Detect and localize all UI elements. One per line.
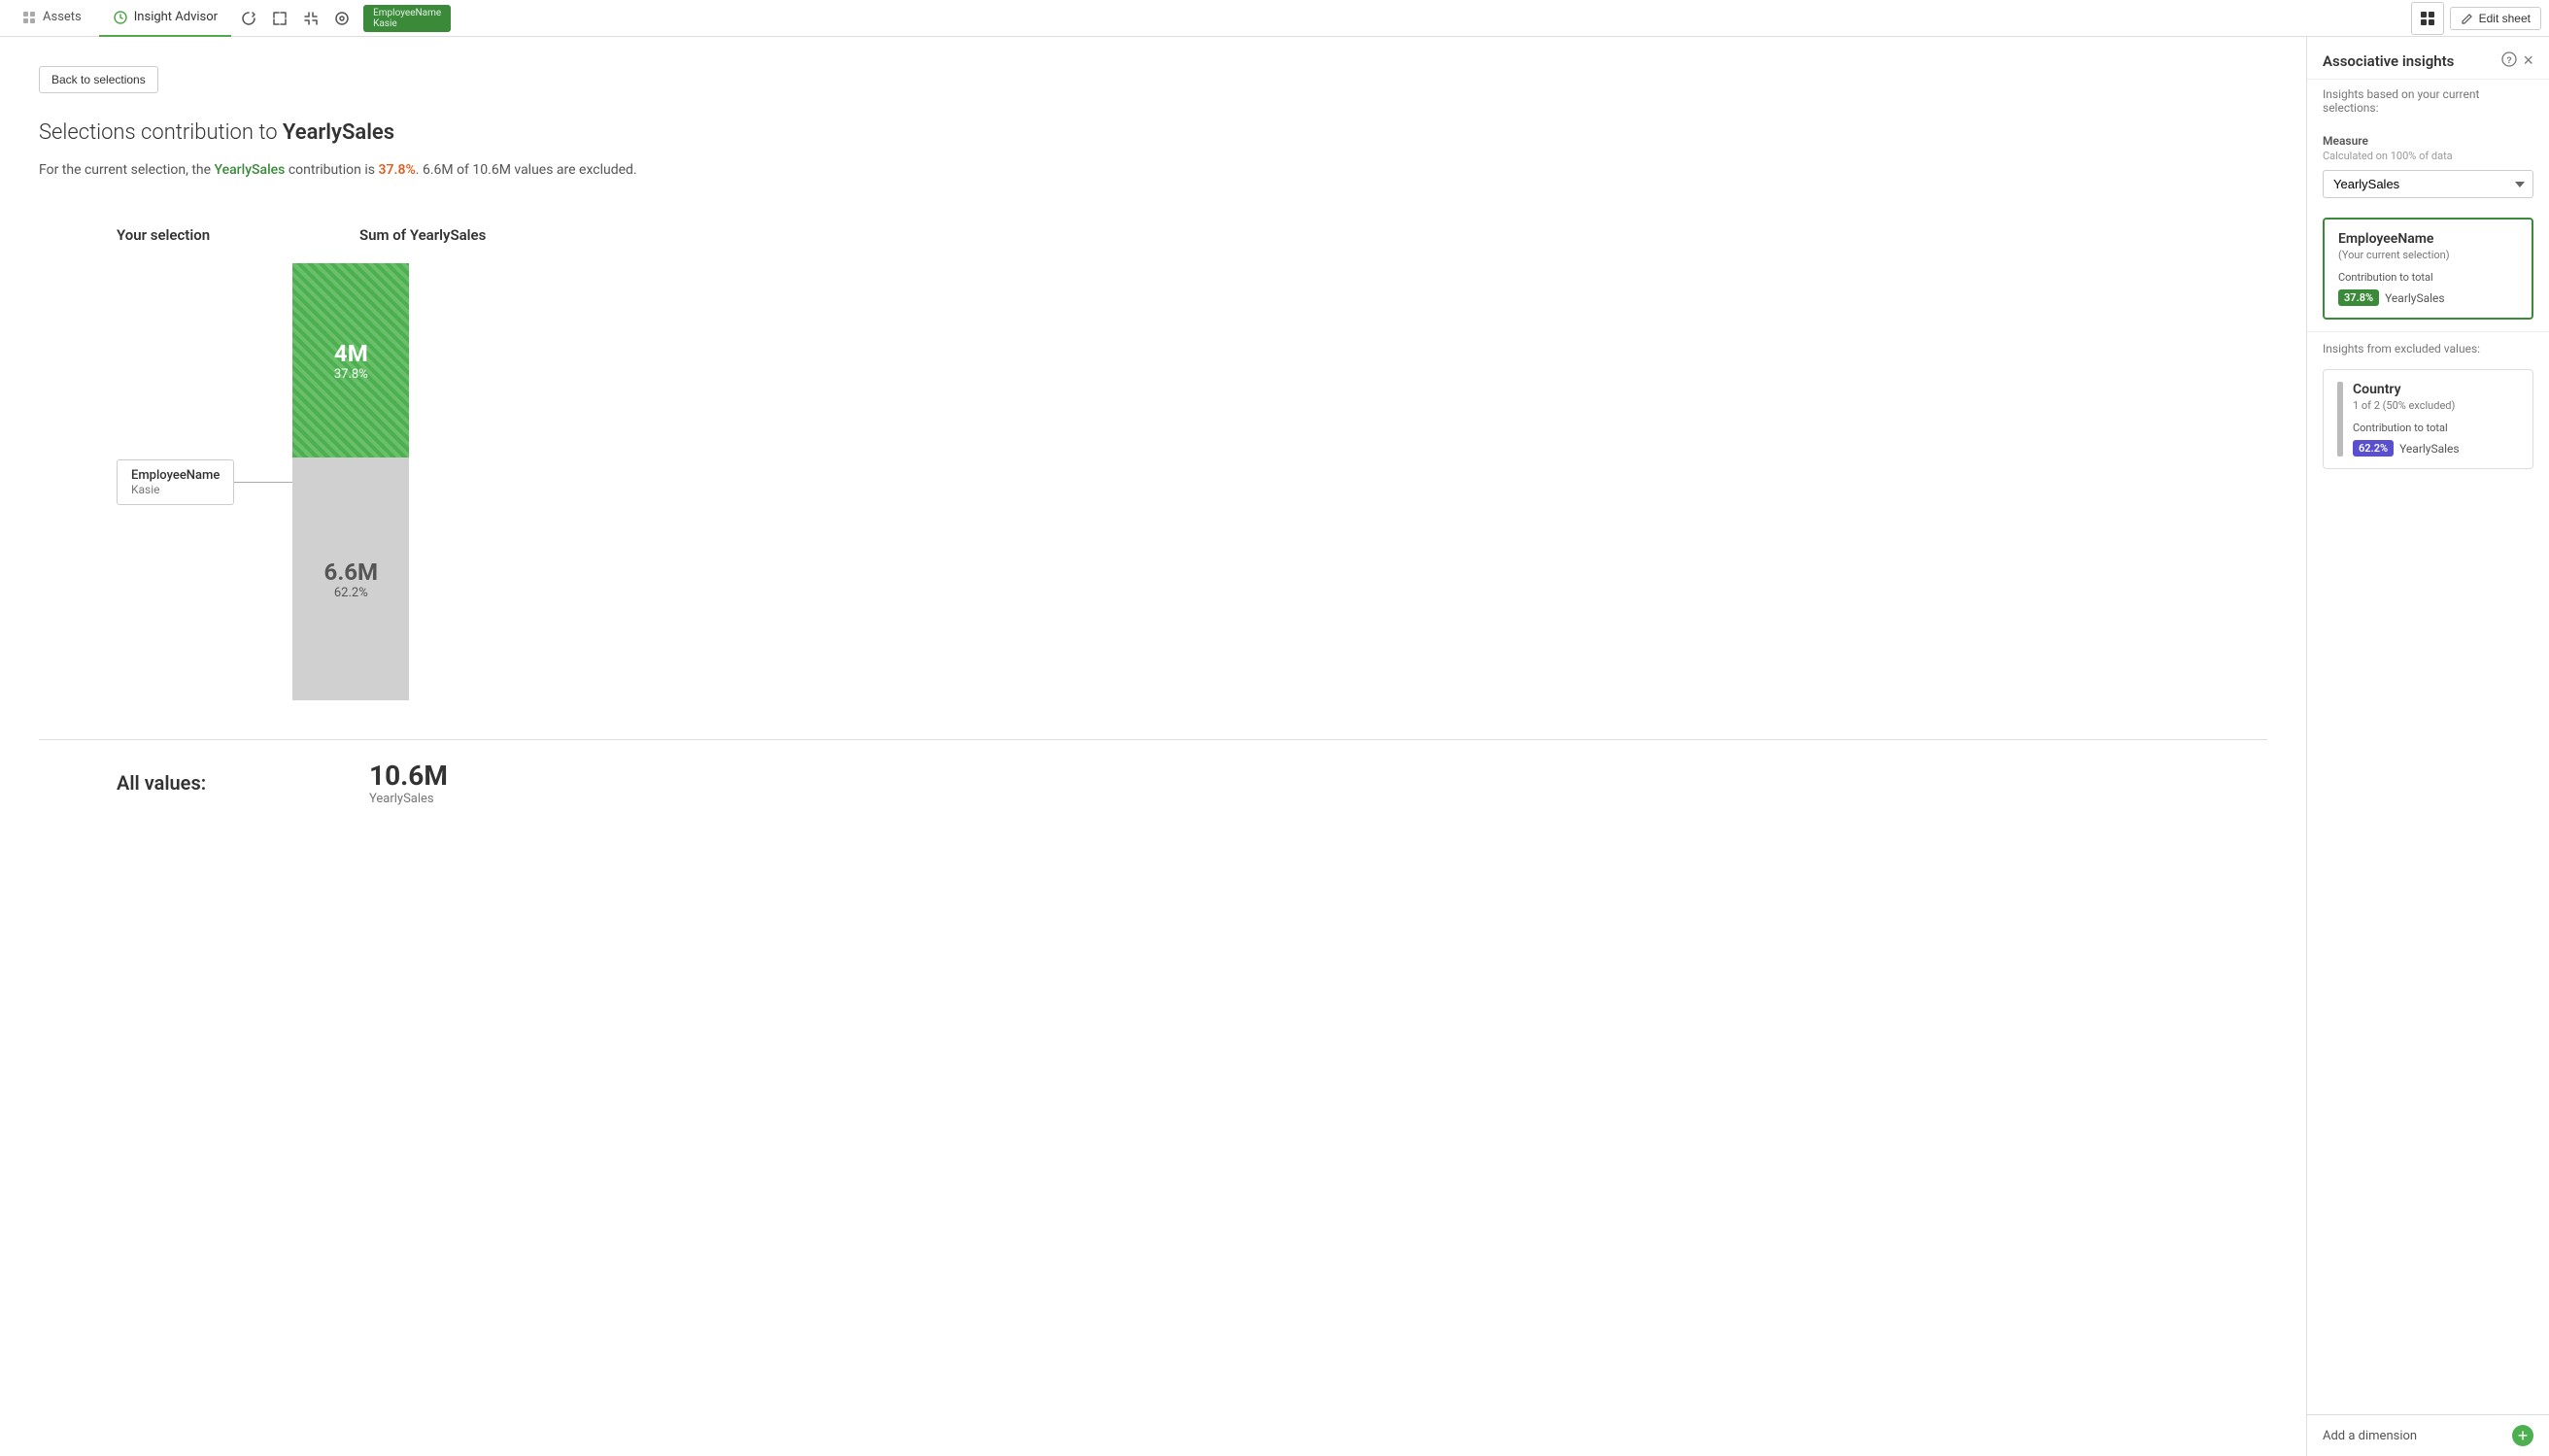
connector-line — [234, 482, 292, 483]
sel-field: EmployeeName — [131, 468, 220, 483]
page-title-measure: YearlySales — [283, 120, 394, 145]
excluded-contrib-measure: YearlySales — [2399, 442, 2460, 456]
all-values-label: All values: — [117, 771, 311, 795]
sum-label: Sum of YearlySales — [359, 226, 486, 244]
main-layout: Back to selections Selections contributi… — [0, 37, 2549, 1456]
add-dimension-label: Add a dimension — [2323, 1429, 2417, 1443]
top-nav-right: Edit sheet — [2411, 2, 2541, 35]
svg-text:?: ? — [2507, 55, 2513, 65]
right-panel: Associative insights ? × Insights based … — [2306, 37, 2549, 1456]
grid-icon — [2419, 10, 2436, 27]
top-nav: Assets Insight Advisor EmployeeName Ka — [0, 0, 2549, 37]
panel-header: Associative insights ? × — [2307, 37, 2549, 80]
edit-sheet-button[interactable]: Edit sheet — [2450, 7, 2541, 30]
shrink-icon — [302, 10, 320, 27]
selection-chip-value: Kasie — [373, 18, 441, 29]
excluded-card-inner: Country 1 of 2 (50% excluded) Contributi… — [2337, 382, 2519, 457]
insight-advisor-tab[interactable]: Insight Advisor — [99, 0, 231, 37]
excluded-card-title: Country — [2353, 382, 2519, 397]
back-to-selections-button[interactable]: Back to selections — [39, 66, 158, 93]
chart-area: Your selection Sum of YearlySales Employ… — [39, 226, 2267, 700]
selection-chip-field: EmployeeName — [373, 8, 441, 18]
selection-chip[interactable]: EmployeeName Kasie — [363, 5, 451, 32]
main-content: Back to selections Selections contributi… — [0, 37, 2306, 1456]
panel-info-button[interactable]: ? — [2501, 51, 2517, 71]
current-contrib-row: 37.8% YearlySales — [2338, 289, 2518, 306]
edit-sheet-label: Edit sheet — [2479, 12, 2531, 25]
back-button-label: Back to selections — [51, 73, 146, 86]
target-icon — [333, 10, 351, 27]
bar-gray: 6.6M 62.2% — [292, 457, 409, 700]
excluded-card[interactable]: Country 1 of 2 (50% excluded) Contributi… — [2323, 369, 2533, 469]
excluded-card-content: Country 1 of 2 (50% excluded) Contributi… — [2353, 382, 2519, 457]
bar-green-pct: 37.8% — [334, 367, 368, 382]
desc-field: YearlySales — [215, 162, 286, 178]
page-title: Selections contribution to YearlySales — [39, 120, 2267, 145]
measure-section: Measure Calculated on 100% of data Yearl… — [2307, 126, 2549, 210]
all-values-sub: YearlySales — [369, 792, 448, 806]
page-title-prefix: Selections contribution to — [39, 120, 283, 145]
current-card-subtitle: (Your current selection) — [2338, 249, 2518, 261]
current-contrib-label: Contribution to total — [2338, 271, 2518, 284]
excluded-bar-indicator — [2337, 382, 2343, 457]
bar-green: 4M 37.8% — [292, 263, 409, 457]
current-contrib-badge: 37.8% — [2338, 289, 2379, 306]
add-dimension-row[interactable]: Add a dimension + — [2307, 1414, 2549, 1456]
target-icon-btn[interactable] — [328, 5, 356, 32]
selection-box: EmployeeName Kasie — [117, 459, 234, 505]
expand-icon — [271, 10, 289, 27]
lasso-icon — [240, 10, 257, 27]
bar-chart: 4M 37.8% 6.6M 62.2% — [292, 263, 409, 700]
excluded-card-subtitle: 1 of 2 (50% excluded) — [2353, 399, 2519, 412]
excluded-section-label: Insights from excluded values: — [2307, 331, 2549, 361]
selection-label: Your selection — [117, 226, 311, 244]
add-dimension-button[interactable]: + — [2512, 1425, 2533, 1446]
measure-sublabel: Calculated on 100% of data — [2323, 150, 2533, 162]
all-values-data: 10.6M YearlySales — [369, 760, 448, 806]
panel-close-button[interactable]: × — [2523, 51, 2533, 71]
all-values-row: All values: 10.6M YearlySales — [39, 739, 2267, 806]
shrink-icon-btn[interactable] — [297, 5, 324, 32]
panel-subtitle: Insights based on your current selection… — [2307, 80, 2549, 126]
desc-pct: 37.8% — [378, 162, 415, 178]
measure-label: Measure — [2323, 134, 2533, 148]
current-contrib-measure: YearlySales — [2385, 291, 2445, 305]
description: For the current selection, the YearlySal… — [39, 162, 2267, 178]
grid-view-btn[interactable] — [2411, 2, 2444, 35]
excluded-contrib-badge: 62.2% — [2353, 440, 2394, 457]
desc-middle: contribution is — [285, 162, 378, 178]
info-icon: ? — [2501, 51, 2517, 67]
assets-icon — [21, 10, 37, 25]
excluded-contrib-label: Contribution to total — [2353, 422, 2519, 434]
current-selection-card[interactable]: EmployeeName (Your current selection) Co… — [2323, 218, 2533, 320]
assets-label: Assets — [43, 10, 82, 24]
measure-select[interactable]: YearlySales — [2323, 170, 2533, 198]
insight-advisor-label: Insight Advisor — [134, 10, 218, 24]
excluded-contrib-row: 62.2% YearlySales — [2353, 440, 2519, 457]
panel-spacer — [2307, 477, 2549, 1414]
bar-gray-pct: 62.2% — [334, 586, 368, 600]
insight-icon — [113, 10, 128, 25]
bar-green-value: 4M — [334, 340, 368, 367]
pencil-icon — [2461, 12, 2474, 25]
panel-header-icons: ? × — [2501, 51, 2533, 71]
assets-tab[interactable]: Assets — [8, 0, 95, 37]
lasso-icon-btn[interactable] — [235, 5, 262, 32]
expand-icon-btn[interactable] — [266, 5, 293, 32]
desc-prefix: For the current selection, the — [39, 162, 215, 178]
bar-gray-value: 6.6M — [324, 559, 379, 586]
sel-value: Kasie — [131, 483, 220, 496]
all-values-number: 10.6M — [369, 760, 448, 792]
desc-suffix: . 6.6M of 10.6M values are excluded. — [416, 162, 637, 178]
current-card-title: EmployeeName — [2338, 231, 2518, 247]
panel-title: Associative insights — [2323, 52, 2454, 70]
